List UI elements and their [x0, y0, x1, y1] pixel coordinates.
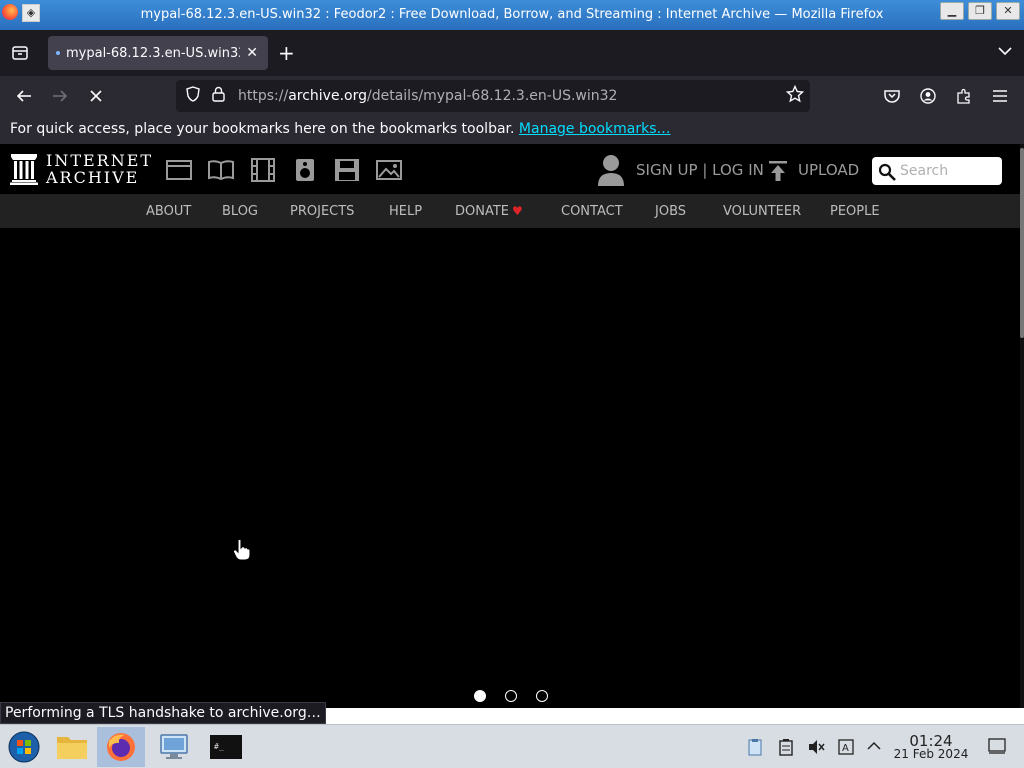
bookmarks-hint: For quick access, place your bookmarks h… [10, 121, 515, 137]
pocket-icon[interactable] [880, 84, 904, 108]
tab-strip: mypal-68.12.3.en-US.win32 ✕ + [0, 30, 1024, 76]
url-path: /details/mypal-68.12.3.en-US.win32 [367, 88, 618, 104]
status-panel: Performing a TLS handshake to archive.or… [0, 702, 326, 724]
bookmark-star-icon[interactable] [785, 84, 805, 107]
ia-search-box[interactable] [872, 157, 1002, 185]
firefox-logo-icon [107, 733, 135, 761]
firefox-view-icon[interactable] [0, 30, 40, 76]
list-all-tabs-icon[interactable] [998, 44, 1012, 58]
tab-title: mypal-68.12.3.en-US.win32 [66, 45, 241, 61]
ia-header: INTERNET ARCHIVE SIGN UP | LOG IN UPLOAD… [0, 144, 1024, 194]
url-text[interactable]: https://archive.org/details/mypal-68.12.… [238, 88, 617, 104]
texts-icon[interactable] [208, 158, 234, 182]
svg-text:A: A [842, 743, 849, 754]
window-title: mypal-68.12.3.en-US.win32 : Feodor2 : Fr… [140, 7, 884, 22]
nav-volunteer[interactable]: VOLUNTEER [723, 204, 801, 219]
carousel-dot-1[interactable] [474, 690, 486, 702]
back-icon[interactable] [12, 84, 36, 108]
heart-icon: ♥ [512, 204, 523, 218]
folder-icon [57, 737, 87, 759]
account-icon[interactable] [916, 84, 940, 108]
search-icon[interactable] [878, 163, 896, 181]
firefox-taskbar-button[interactable] [97, 727, 145, 767]
url-bar[interactable]: https://archive.org/details/mypal-68.12.… [176, 80, 810, 112]
nav-contact[interactable]: CONTACT [561, 204, 623, 219]
nav-donate[interactable]: DONATE ♥ [455, 204, 523, 219]
web-icon[interactable] [166, 158, 192, 182]
tracking-protection-icon[interactable] [186, 86, 200, 106]
battery-tray-icon[interactable] [777, 738, 795, 756]
tab-active[interactable]: mypal-68.12.3.en-US.win32 ✕ [48, 36, 268, 70]
nav-blog[interactable]: BLOG [222, 204, 258, 219]
file-manager-taskbar-button[interactable] [48, 727, 96, 767]
upload-icon[interactable] [768, 160, 788, 182]
terminal-icon: #_ [210, 735, 242, 759]
terminal-taskbar-button[interactable]: #_ [202, 727, 250, 767]
bookmarks-toolbar: For quick access, place your bookmarks h… [0, 116, 1024, 144]
window-titlebar: ◈ mypal-68.12.3.en-US.win32 : Feodor2 : … [0, 0, 1024, 30]
clipboard-tray-icon[interactable] [746, 738, 764, 756]
images-icon[interactable] [376, 158, 402, 182]
audio-icon[interactable] [292, 158, 318, 182]
scrollbar-thumb[interactable] [1020, 148, 1024, 338]
loading-dot-icon [56, 51, 60, 55]
page-scrollbar[interactable] [1020, 144, 1024, 708]
video-icon[interactable] [250, 158, 276, 182]
maximize-button[interactable]: ❐ [968, 2, 992, 20]
ia-wordmark-line2: ARCHIVE [46, 168, 140, 187]
item-theater [0, 228, 1020, 708]
clock-date[interactable]: 21 Feb 2024 [893, 747, 969, 761]
window-controls: ▁ ❐ ✕ [940, 2, 1020, 20]
nav-about[interactable]: ABOUT [146, 204, 191, 219]
close-window-button[interactable]: ✕ [996, 2, 1020, 20]
minimize-button[interactable]: ▁ [940, 2, 964, 20]
new-tab-button[interactable]: + [278, 42, 295, 64]
hand-cursor-icon [232, 538, 251, 561]
ia-nav-bar: ABOUT BLOG PROJECTS HELP DONATE ♥ CONTACT… [0, 194, 1024, 228]
network-taskbar-button[interactable] [150, 727, 198, 767]
forward-icon[interactable] [48, 84, 72, 108]
tray-expand-icon[interactable] [865, 738, 883, 756]
keyboard-layout-tray-icon[interactable]: A [837, 738, 855, 756]
lock-icon[interactable] [212, 86, 225, 106]
carousel-dots [474, 690, 548, 702]
search-input[interactable] [900, 161, 996, 181]
computer-icon [160, 734, 188, 759]
manage-bookmarks-link[interactable]: Manage bookmarks… [519, 121, 671, 137]
ia-logo[interactable]: INTERNET ARCHIVE [10, 152, 153, 186]
volume-muted-tray-icon[interactable] [807, 738, 825, 756]
stop-icon[interactable] [84, 84, 108, 108]
url-scheme: https:// [238, 88, 289, 104]
ia-temple-icon [10, 154, 38, 185]
status-underlay [310, 708, 1024, 724]
taskbar: #_ A [0, 724, 1024, 768]
nav-donate-label: DONATE [455, 204, 510, 219]
start-orb-icon [8, 731, 40, 763]
ia-wordmark: INTERNET ARCHIVE [46, 152, 153, 186]
url-host: archive.org [288, 88, 367, 104]
ia-wordmark-line1: INTERNET [46, 151, 154, 170]
show-desktop-icon[interactable] [988, 738, 1006, 756]
signup-login-link[interactable]: SIGN UP | LOG IN [636, 161, 764, 179]
nav-jobs[interactable]: JOBS [655, 204, 686, 219]
nav-projects[interactable]: PROJECTS [290, 204, 354, 219]
nav-help[interactable]: HELP [389, 204, 422, 219]
start-button[interactable] [0, 727, 48, 767]
software-icon[interactable] [334, 158, 360, 182]
hamburger-menu-icon[interactable] [988, 84, 1012, 108]
tab-close-icon[interactable]: ✕ [246, 45, 258, 61]
user-icon[interactable] [597, 154, 625, 186]
carousel-dot-3[interactable] [536, 690, 548, 702]
carousel-dot-2[interactable] [505, 690, 517, 702]
nav-people[interactable]: PEOPLE [830, 204, 880, 219]
upload-link[interactable]: UPLOAD [798, 161, 859, 179]
extensions-icon[interactable] [952, 84, 976, 108]
svg-text:#_: #_ [214, 742, 224, 751]
nav-toolbar: https://archive.org/details/mypal-68.12.… [0, 76, 1024, 116]
